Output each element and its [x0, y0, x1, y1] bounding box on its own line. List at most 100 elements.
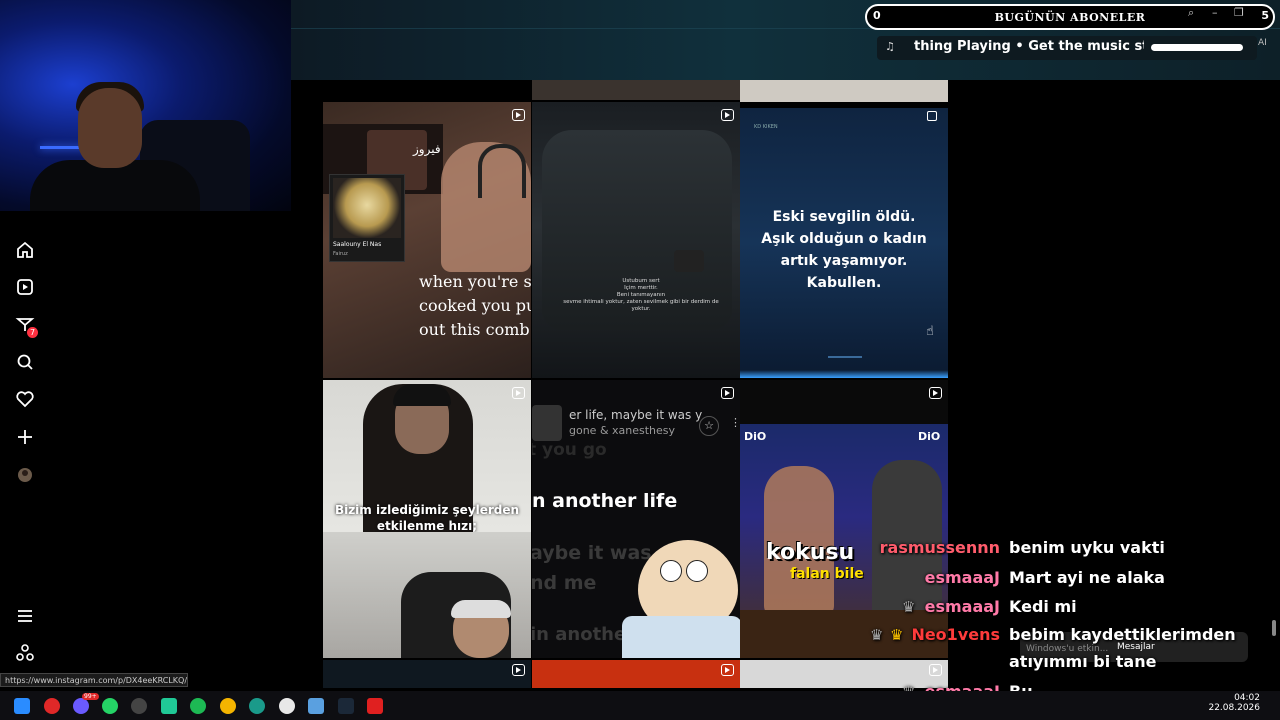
chat-username: esmaaaJ: [924, 597, 1000, 616]
webcam-feed: [0, 0, 291, 211]
windows-start-icon[interactable]: [14, 698, 30, 714]
opera-icon[interactable]: [44, 698, 60, 714]
yandex-icon[interactable]: [279, 698, 295, 714]
page-scrollbar[interactable]: [1271, 80, 1277, 690]
caption-line: out this comb: [419, 320, 530, 339]
caption-line: Kabullen.: [806, 275, 882, 291]
caption-line: Bizim izlediğimiz şeylerden: [334, 503, 520, 517]
more-icon[interactable]: ⋮: [730, 416, 740, 429]
search-icon[interactable]: [14, 352, 36, 374]
reels-icon[interactable]: [14, 277, 36, 299]
caption-line: yoktur.: [631, 306, 651, 312]
discord-badge: 99+: [82, 693, 99, 700]
chat-message: rasmussennn benim uyku vakti: [870, 538, 1270, 564]
brand-logo: DiO: [918, 430, 941, 443]
home-icon[interactable]: [14, 240, 36, 262]
reel-icon: [721, 109, 734, 121]
window-controls: ⌕ – ❐: [1188, 6, 1258, 22]
now-playing-progress: [1151, 44, 1243, 51]
album-title: Saalouny El Nas: [333, 241, 382, 248]
chat-overlay: rasmussennn benim uyku vakti esmaaaJ Mar…: [870, 538, 1270, 708]
car-shape: [674, 250, 704, 272]
menu-icon[interactable]: [14, 606, 36, 628]
now-playing-text: thing Playing • Get the music sto: [914, 39, 1144, 54]
minimize-icon[interactable]: –: [1212, 6, 1218, 19]
chat-text: bebim kaydettiklerimden: [1009, 625, 1236, 644]
caption-line: artık yaşamıyor.: [780, 253, 908, 269]
caption-line: Içim merttir.: [624, 285, 658, 291]
grid-tile-bottom-partial[interactable]: [532, 660, 740, 688]
lyric-line-faded: in anothe: [532, 624, 627, 645]
messages-badge: 7: [27, 327, 38, 338]
subscriber-goal: 5: [1261, 9, 1269, 22]
explorer-icon[interactable]: [308, 698, 324, 714]
carousel-dots: [828, 356, 862, 358]
profile-avatar[interactable]: [14, 465, 36, 487]
app-icon[interactable]: [161, 698, 177, 714]
clock-date: 22.08.2026: [1208, 703, 1260, 713]
lyric-line-faded: nd me: [532, 572, 597, 594]
ai-label: AI: [1258, 38, 1267, 48]
notifications-icon[interactable]: [14, 389, 36, 411]
tile-glow: [740, 370, 948, 378]
steam-icon[interactable]: [338, 698, 354, 714]
lyric-line-active: n another life: [532, 490, 678, 512]
media-icon[interactable]: [367, 698, 383, 714]
caption-line: sevme ihtimali yoktur, zaten sevilmek gi…: [563, 299, 719, 305]
grid-tile[interactable]: KD KIKEN Eski sevgilin öldü. Aşık olduğu…: [740, 108, 948, 378]
reel-icon: [721, 387, 734, 399]
chat-text: Mart ayi ne alaka: [1009, 568, 1165, 587]
grid-tile[interactable]: Bizim izlediğimiz şeylerden etkilenme hı…: [323, 380, 531, 532]
album-artist: Fairuz: [333, 251, 348, 257]
chat-username: rasmussennn: [879, 538, 1000, 557]
song-credit: gone & xanesthesy: [569, 424, 676, 437]
status-url: https://www.instagram.com/p/DX4eeKRCLKQ/: [0, 673, 188, 687]
crown-icon: ♛: [870, 626, 884, 644]
system-tray[interactable]: 04:02 22.08.2026: [1208, 693, 1260, 713]
caption-line: Ustubum sert: [622, 278, 660, 284]
apps-icon[interactable]: [14, 643, 36, 665]
star-icon[interactable]: ☆: [699, 416, 719, 436]
grid-tile[interactable]: فيروز Saalouny El Nas Fairuz when you're…: [323, 102, 531, 378]
search-icon[interactable]: ⌕: [1188, 6, 1194, 20]
app-icon[interactable]: [131, 698, 147, 714]
grid-tile-lower[interactable]: [323, 532, 531, 658]
brand-logo: DiO: [744, 430, 767, 443]
grid-tile-bottom-partial[interactable]: [323, 660, 531, 688]
chat-message: ♛ ♛ Neo1vens bebim kaydettiklerimden: [870, 625, 1270, 651]
crown-icon: ♛: [890, 626, 904, 644]
grid-tile-top-partial[interactable]: [532, 80, 740, 100]
lyric-line-faded: aybe it was: [532, 542, 652, 564]
crown-icon: ♛: [902, 598, 916, 616]
discord-icon[interactable]: [73, 698, 89, 714]
cartoon-eye: [686, 560, 708, 582]
caption-line: Eski sevgilin öldü.: [772, 209, 916, 225]
headphones: [478, 144, 526, 198]
chat-text: benim uyku vakti: [1009, 538, 1165, 557]
caption-line: Beni tanımayanın: [616, 292, 666, 298]
hair-shape: [393, 384, 451, 406]
caption-line: when you're s: [419, 272, 531, 291]
chrome-icon[interactable]: [220, 698, 236, 714]
restore-icon[interactable]: ❐: [1234, 6, 1244, 19]
album-card: Saalouny El Nas Fairuz: [329, 174, 405, 262]
post-grid: فيروز Saalouny El Nas Fairuz when you're…: [323, 80, 948, 688]
grid-tile-top-partial[interactable]: [740, 80, 948, 102]
edge-icon[interactable]: [249, 698, 265, 714]
grid-tile[interactable]: Ustubum sert Içim merttir. Beni tanımaya…: [532, 102, 740, 378]
spotify-icon[interactable]: [190, 698, 206, 714]
cartoon-eye: [660, 560, 682, 582]
reel-icon: [512, 664, 525, 676]
caption-line: etkilenme hızı;: [376, 519, 478, 532]
whatsapp-icon[interactable]: [102, 698, 118, 714]
reel-icon: [721, 664, 734, 676]
reel-icon: [512, 387, 525, 399]
now-playing-widget: ♫ thing Playing • Get the music sto: [877, 36, 1257, 60]
cartoon-prop: [622, 616, 740, 658]
create-icon[interactable]: [14, 427, 36, 449]
chat-text: Kedi mi: [1009, 597, 1077, 616]
cursor-hand-icon: ☝: [926, 324, 934, 339]
chat-username: Neo1vens: [911, 625, 1000, 644]
music-note-icon: ♫: [885, 40, 895, 53]
grid-tile[interactable]: er life, maybe it was y gone & xanesthes…: [532, 380, 740, 658]
